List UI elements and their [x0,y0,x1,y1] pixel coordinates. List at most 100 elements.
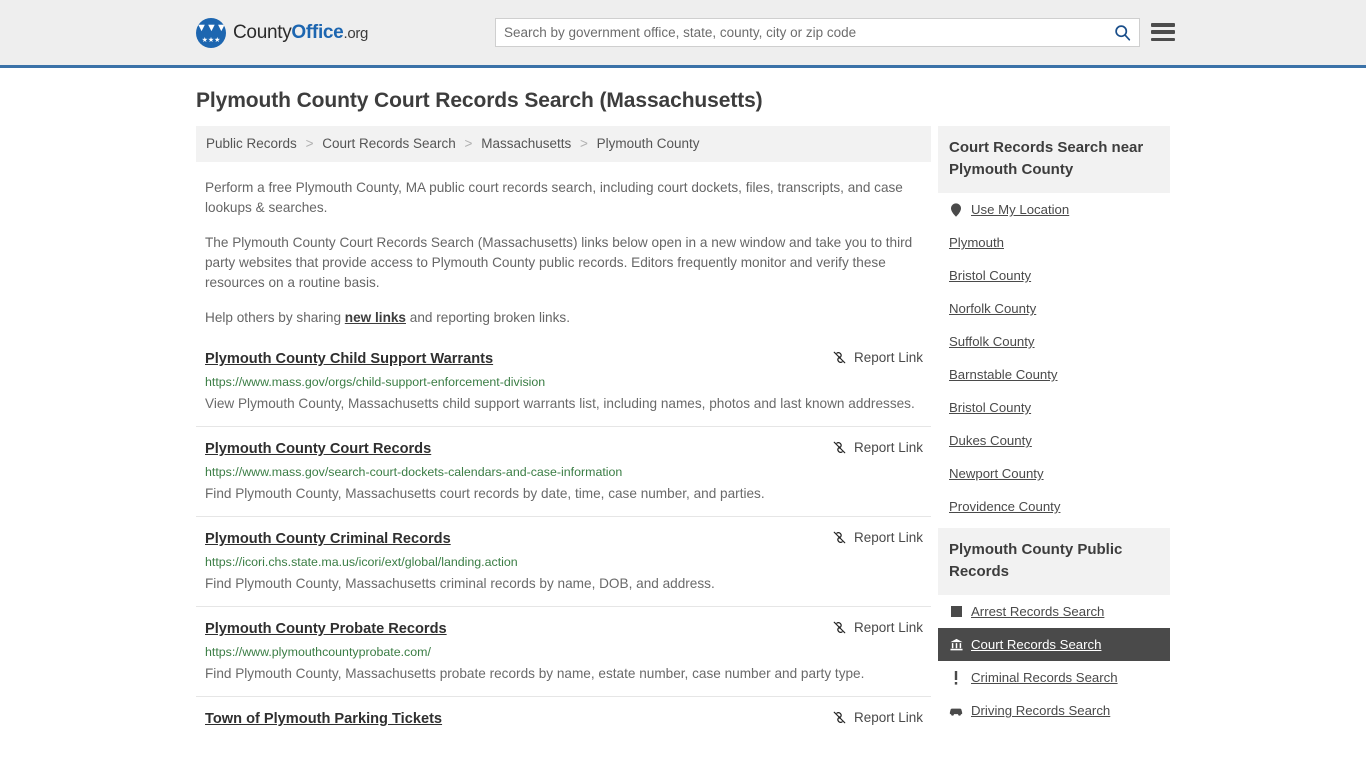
hamburger-menu-icon[interactable] [1151,20,1175,44]
result-title-link[interactable]: Town of Plymouth Parking Tickets [205,710,442,729]
breadcrumb: Public Records > Court Records Search > … [196,126,931,162]
broken-link-icon [833,621,846,634]
sidebar-item-norfolk-county[interactable]: Norfolk County [938,292,1170,325]
result-title-link[interactable]: Plymouth County Probate Records [205,620,447,639]
sidebar-item-driving-records-search[interactable]: Driving Records Search [938,694,1170,727]
sidebar-item-arrest-records-search[interactable]: Arrest Records Search [938,595,1170,628]
report-link-label: Report Link [853,530,923,545]
result-item: Plymouth County Court Records Report Lin… [196,440,931,517]
intro-paragraph-2: The Plymouth County Court Records Search… [205,235,913,290]
result-description: Find Plymouth County, Massachusetts prob… [205,666,865,681]
page-title: Plymouth County Court Records Search (Ma… [196,89,763,112]
sidebar-public-records-list: Arrest Records Search Court Records Sear… [938,595,1170,727]
result-description: Find Plymouth County, Massachusetts cour… [205,486,765,501]
report-link-button[interactable]: Report Link [832,530,923,545]
brand-part-office: Office [291,21,344,43]
sidebar-public-records-box: Plymouth County Public Records Arrest Re… [938,528,1170,727]
sidebar-item-label: Suffolk County [949,334,1035,349]
breadcrumb-item-public-records[interactable]: Public Records [206,136,297,151]
report-link-button[interactable]: Report Link [832,440,923,455]
intro-paragraph-1: Perform a free Plymouth County, MA publi… [205,180,903,215]
content-columns: Public Records > Court Records Search > … [196,126,1170,759]
result-item: Plymouth County Criminal Records Report … [196,530,931,607]
search-input[interactable] [496,19,1105,46]
breadcrumb-item-court-records-search[interactable]: Court Records Search [322,136,456,151]
result-description: Find Plymouth County, Massachusetts crim… [205,576,715,591]
intro-text: Perform a free Plymouth County, MA publi… [196,178,931,328]
hamburger-bar [1151,23,1175,27]
eagle-stars-emblem-icon: ▼▼▼ ★★★ [196,17,226,48]
result-url: https://www.plymouthcountyprobate.com/ [205,645,431,659]
sidebar-item-label: Bristol County [949,400,1032,415]
breadcrumb-separator: > [580,136,588,151]
result-title-link[interactable]: Plymouth County Court Records [205,440,431,459]
result-url: https://www.mass.gov/orgs/child-support-… [205,375,546,389]
car-icon [949,704,963,718]
search-button[interactable] [1105,19,1139,46]
breadcrumb-item-massachusetts[interactable]: Massachusetts [481,136,571,151]
broken-link-icon [833,351,846,364]
result-header: Town of Plymouth Parking Tickets Report … [205,710,923,729]
site-logo[interactable]: ▼▼▼ ★★★ CountyOffice.org [196,17,368,48]
sidebar-item-criminal-records-search[interactable]: Criminal Records Search [938,661,1170,694]
sidebar-item-plymouth[interactable]: Plymouth [938,226,1170,259]
hamburger-bar [1151,37,1175,41]
sidebar-item-use-my-location[interactable]: Use My Location [938,193,1170,226]
report-link-label: Report Link [853,710,923,725]
site-header: ▼▼▼ ★★★ CountyOffice.org [0,0,1366,68]
sidebar-nearby-list: Use My Location Plymouth Bristol County … [938,193,1170,523]
sidebar-item-label: Plymouth [949,235,1004,250]
results-list: Plymouth County Child Support Warrants R… [196,350,931,746]
new-links-link[interactable]: new links [345,310,406,325]
brand-wordmark: CountyOffice.org [233,22,368,44]
report-link-button[interactable]: Report Link [832,710,923,725]
result-title-link[interactable]: Plymouth County Criminal Records [205,530,451,549]
sidebar-item-suffolk-county[interactable]: Suffolk County [938,325,1170,358]
report-link-label: Report Link [853,620,923,635]
intro-paragraph-3: Help others by sharing new links and rep… [196,308,931,328]
result-url: https://icori.chs.state.ma.us/icori/ext/… [205,555,518,569]
sidebar-item-providence-county[interactable]: Providence County [938,490,1170,523]
sidebar: Court Records Search near Plymouth Count… [938,126,1170,732]
result-url: https://www.mass.gov/search-court-docket… [205,465,623,479]
sidebar-public-records-heading: Plymouth County Public Records [938,528,1170,595]
exclamation-icon [949,670,963,685]
sidebar-nearby-heading: Court Records Search near Plymouth Count… [938,126,1170,193]
breadcrumb-separator: > [305,136,314,151]
breadcrumb-item-plymouth-county[interactable]: Plymouth County [597,136,700,151]
result-header: Plymouth County Child Support Warrants R… [205,350,923,369]
sidebar-item-bristol-county-2[interactable]: Bristol County [938,391,1170,424]
intro-p3-after: and reporting broken links. [406,310,570,325]
square-badge-icon [949,605,963,619]
sidebar-item-label: Criminal Records Search [971,670,1118,685]
sidebar-item-court-records-search[interactable]: Court Records Search [938,628,1170,661]
result-header: Plymouth County Probate Records Report L… [205,620,923,639]
brand-part-county: County [233,21,292,43]
search-bar[interactable] [495,18,1140,47]
sidebar-item-label: Providence County [949,499,1061,514]
sidebar-item-label: Arrest Records Search [971,604,1105,619]
broken-link-icon [833,711,846,724]
main-column: Public Records > Court Records Search > … [196,126,931,759]
page-container: Plymouth County Court Records Search (Ma… [0,89,1366,759]
sidebar-item-barnstable-county[interactable]: Barnstable County [938,358,1170,391]
result-item: Plymouth County Probate Records Report L… [196,620,931,697]
result-header: Plymouth County Criminal Records Report … [205,530,923,549]
sidebar-item-label: Norfolk County [949,301,1037,316]
sidebar-item-newport-county[interactable]: Newport County [938,457,1170,490]
broken-link-icon [833,531,846,544]
report-link-button[interactable]: Report Link [832,620,923,635]
report-link-button[interactable]: Report Link [832,350,923,365]
sidebar-item-label: Court Records Search [971,637,1102,652]
hamburger-bar [1151,30,1175,34]
sidebar-item-dukes-county[interactable]: Dukes County [938,424,1170,457]
sidebar-item-label: Driving Records Search [971,703,1111,718]
result-header: Plymouth County Court Records Report Lin… [205,440,923,459]
result-description: View Plymouth County, Massachusetts chil… [205,396,915,411]
courthouse-icon [949,638,963,652]
search-icon [1114,25,1130,41]
sidebar-item-label: Barnstable County [949,367,1058,382]
sidebar-item-bristol-county[interactable]: Bristol County [938,259,1170,292]
report-link-label: Report Link [853,350,923,365]
result-title-link[interactable]: Plymouth County Child Support Warrants [205,350,493,369]
